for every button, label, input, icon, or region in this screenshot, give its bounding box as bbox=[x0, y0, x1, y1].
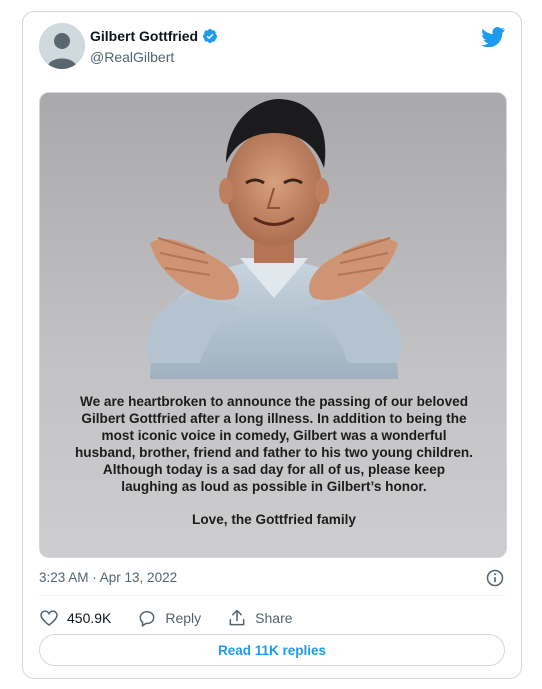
share-button[interactable]: Share bbox=[227, 608, 293, 628]
statement-text-block: We are heartbroken to announce the passi… bbox=[40, 379, 506, 557]
statement-line: most iconic voice in comedy, Gilbert was… bbox=[101, 428, 447, 443]
twitter-logo-icon[interactable] bbox=[481, 27, 505, 47]
author-handle[interactable]: @RealGilbert bbox=[90, 49, 174, 65]
statement-line: We are heartbroken to announce the passi… bbox=[80, 394, 468, 409]
statement-line: husband, brother, friend and father to h… bbox=[74, 445, 473, 460]
statement-signature: Love, the Gottfried family bbox=[192, 512, 356, 527]
heart-icon bbox=[40, 610, 58, 627]
reply-button[interactable]: Reply bbox=[137, 608, 201, 628]
statement-line: laughing as loud as possible in Gilbert’… bbox=[121, 479, 427, 494]
tweet-timestamp[interactable]: 3:23 AM · Apr 13, 2022 bbox=[39, 570, 177, 585]
like-button[interactable]: 450.9K bbox=[39, 608, 111, 628]
author-name[interactable]: Gilbert Gottfried bbox=[90, 28, 198, 44]
share-icon bbox=[229, 609, 245, 626]
divider bbox=[39, 595, 505, 596]
reply-icon bbox=[139, 611, 155, 627]
author-name-row: Gilbert Gottfried bbox=[90, 28, 218, 44]
action-bar: 450.9K Reply Share bbox=[39, 606, 319, 630]
info-icon[interactable] bbox=[485, 568, 505, 588]
verified-badge-icon bbox=[203, 29, 218, 43]
avatar[interactable] bbox=[39, 23, 85, 69]
read-replies-button[interactable]: Read 11K replies bbox=[39, 634, 505, 666]
tweet-image[interactable]: We are heartbroken to announce the passi… bbox=[39, 92, 507, 558]
reply-label: Reply bbox=[165, 610, 202, 626]
statement-line: Although today is a sad day for all of u… bbox=[102, 462, 446, 477]
portrait-photo bbox=[40, 93, 506, 379]
tweet-card: Gilbert Gottfried @RealGilbert We are he… bbox=[22, 11, 522, 679]
statement-line: Gilbert Gottfried after a long illness. … bbox=[81, 411, 467, 426]
share-label: Share bbox=[255, 610, 293, 626]
like-count: 450.9K bbox=[67, 610, 112, 626]
